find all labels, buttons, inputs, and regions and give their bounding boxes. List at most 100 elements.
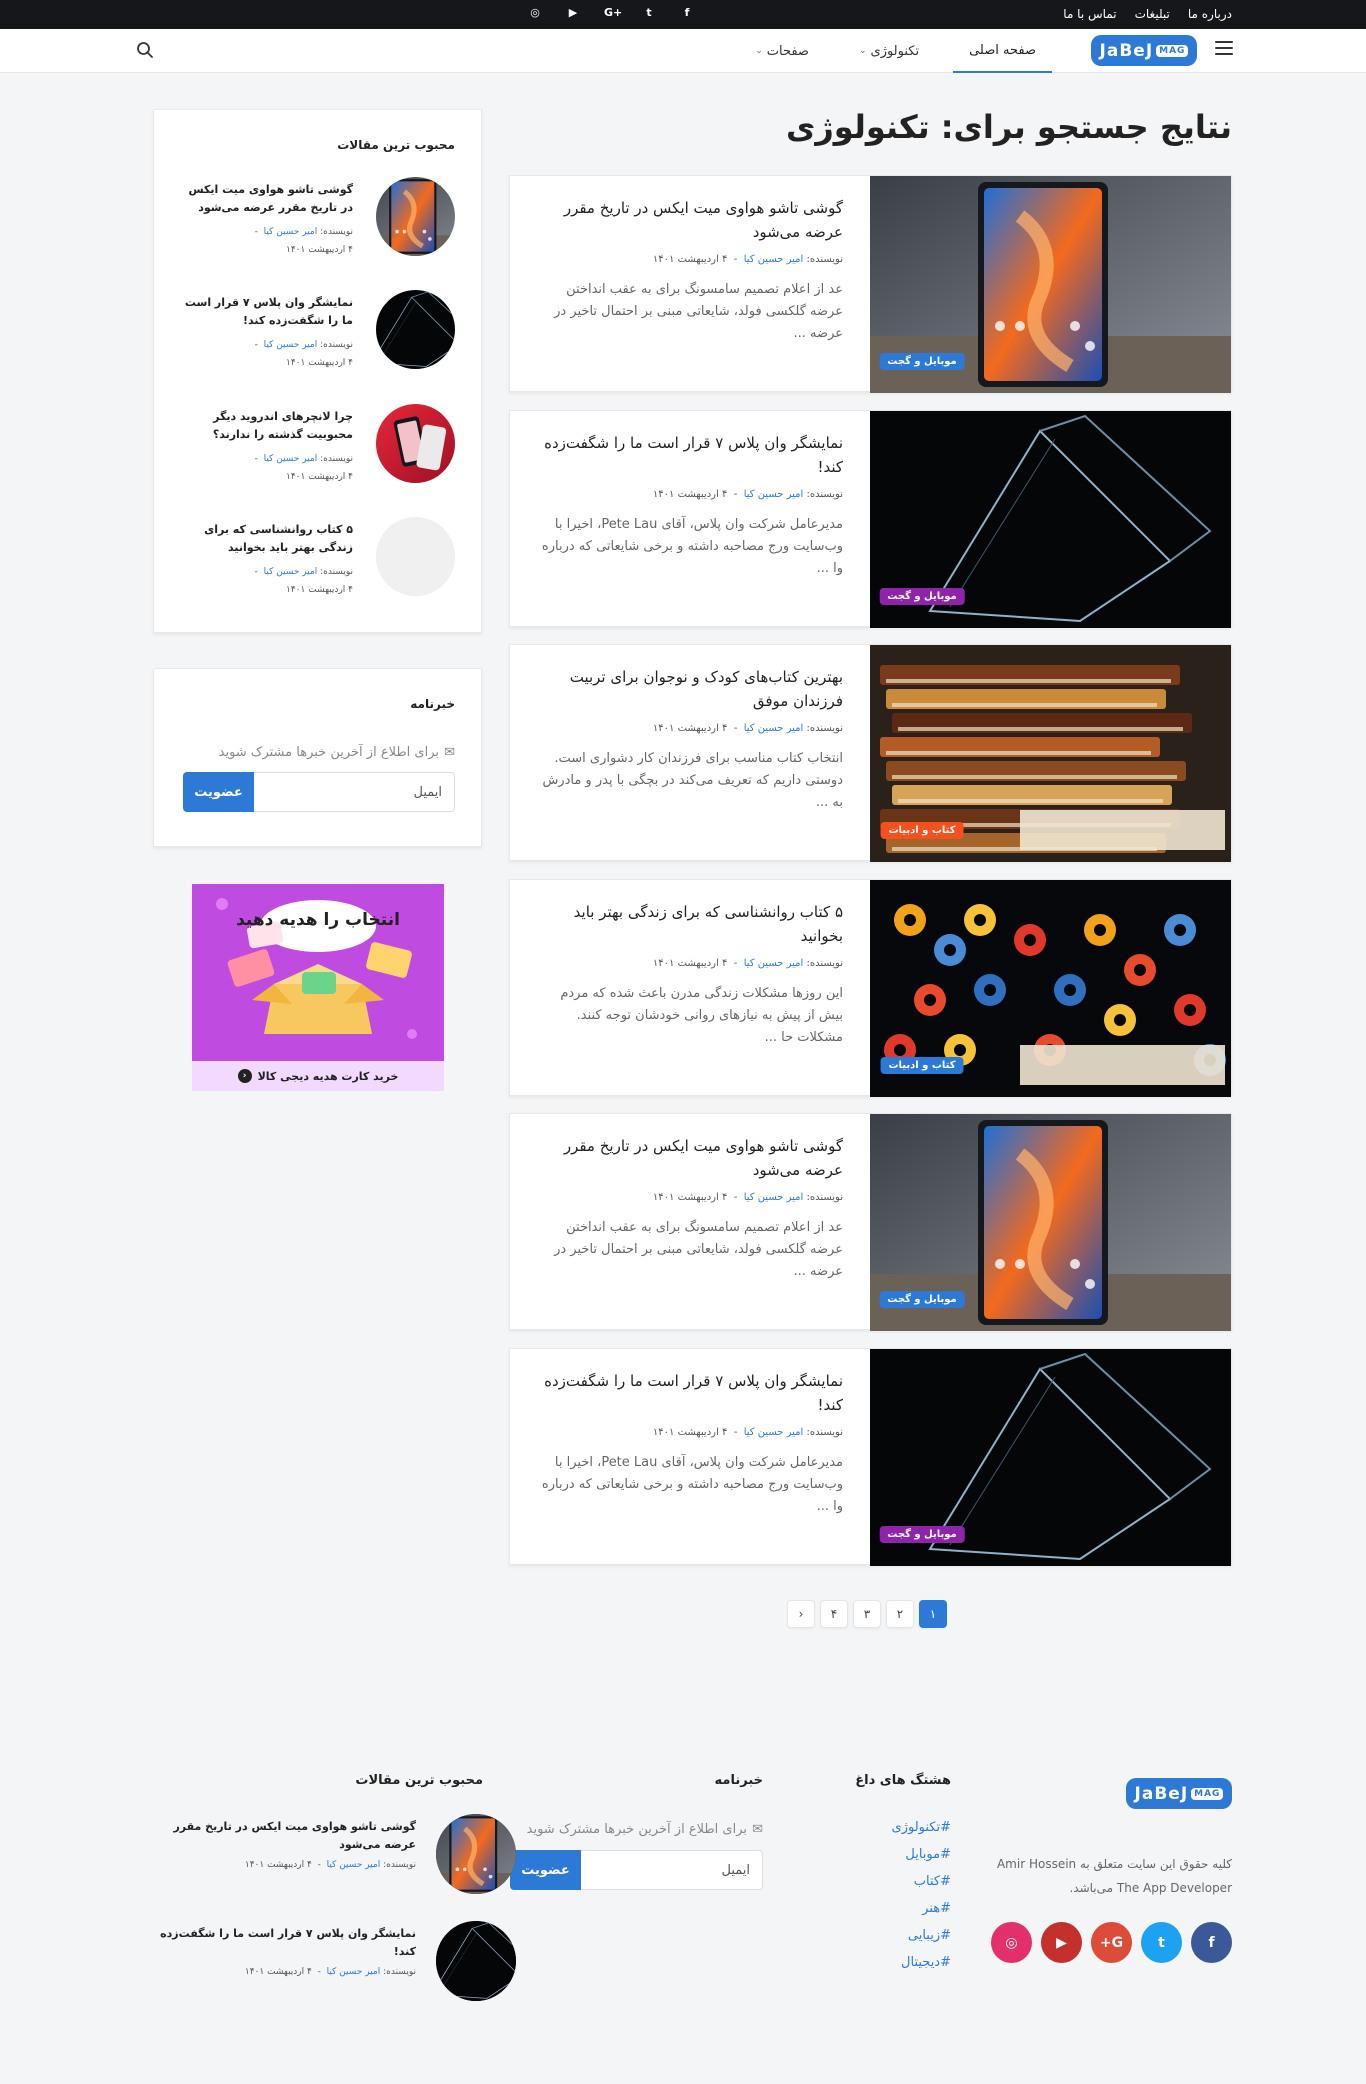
meta-separator: -	[730, 723, 741, 734]
author-link[interactable]: امیر حسین کیا	[744, 1192, 804, 1203]
article-thumbnail[interactable]	[436, 1921, 516, 2001]
top-link-contact[interactable]: تماس با ما	[1063, 7, 1116, 21]
category-badge[interactable]: موبایل و گجت	[879, 1526, 965, 1543]
article-title[interactable]: گوشی تاشو هواوی میت ایکس در تاریخ مقرر ع…	[156, 1818, 416, 1854]
author-link[interactable]: امیر حسین کیا	[744, 958, 804, 969]
post-card[interactable]: کتاب و ادبیات ۵ کتاب روانشناسی که برای ز…	[509, 879, 1232, 1097]
instagram-icon[interactable]: ◎	[528, 6, 542, 19]
category-badge[interactable]: کتاب و ادبیات	[880, 822, 964, 839]
article-title[interactable]: ۵ کتاب روانشناسی که برای زندگی بهتر باید…	[183, 521, 353, 557]
post-card[interactable]: کتاب و ادبیات بهترین کتاب‌های کودک و نوج…	[509, 644, 1232, 862]
google-plus-icon[interactable]: G+	[1091, 1922, 1132, 1963]
post-title[interactable]: بهترین کتاب‌های کودک و نوجوان برای تربیت…	[538, 665, 843, 713]
pagination-page[interactable]: ۲	[886, 1600, 914, 1628]
hashtag-link[interactable]: #زیبایی	[892, 1922, 951, 1949]
author-link[interactable]: امیر حسین کیا	[264, 340, 318, 350]
top-link-ads[interactable]: تبلیغات	[1135, 7, 1170, 21]
author-link[interactable]: امیر حسین کیا	[264, 567, 318, 577]
post-card[interactable]: موبایل و گجت گوشی تاشو هواوی میت ایکس در…	[509, 175, 1232, 393]
youtube-icon[interactable]: ▶	[566, 6, 580, 19]
nav-item-home[interactable]: صفحه اصلی	[953, 29, 1052, 73]
category-badge[interactable]: موبایل و گجت	[879, 353, 965, 370]
meta-separator: -	[254, 340, 261, 350]
pagination-page-current[interactable]: ۱	[919, 1600, 947, 1628]
meta-separator: -	[254, 454, 261, 464]
hashtag-link[interactable]: #موبایل	[892, 1841, 951, 1868]
meta-separator: -	[730, 958, 741, 969]
article-title[interactable]: چرا لانچرهای اندروید دیگر محبوبیت گذشته …	[183, 408, 353, 444]
footer-social: f t G+ ▶ ◎	[991, 1922, 1232, 1963]
category-badge[interactable]: موبایل و گجت	[879, 1291, 965, 1308]
article-title[interactable]: گوشی تاشو هواوی میت ایکس در تاریخ مقرر ع…	[183, 181, 353, 217]
post-card[interactable]: موبایل و گجت گوشی تاشو هواوی میت ایکس در…	[509, 1113, 1232, 1331]
author-link[interactable]: امیر حسین کیا	[744, 1427, 804, 1438]
gift-card-ad[interactable]: انتخاب را هدیه دهید خرید کارت هدیه دیجی …	[192, 884, 444, 1091]
footer-email-field[interactable]: ایمیل	[581, 1850, 763, 1890]
nav-item-technology[interactable]: تکنولوژی ⌄	[843, 29, 935, 73]
post-title[interactable]: گوشی تاشو هواوی میت ایکس در تاریخ مقرر ع…	[538, 196, 843, 244]
author-link[interactable]: امیر حسین کیا	[264, 227, 318, 237]
post-title[interactable]: گوشی تاشو هواوی میت ایکس در تاریخ مقرر ع…	[538, 1134, 843, 1182]
post-card[interactable]: موبایل و گجت نمایشگر وان پلاس ۷ قرار است…	[509, 410, 1232, 628]
footer-popular-item[interactable]: نمایشگر وان پلاس ۷ قرار است ما را شگفت‌ز…	[152, 1921, 516, 2001]
hashtag-link[interactable]: #کتاب	[892, 1868, 951, 1895]
author-link[interactable]: امیر حسین کیا	[264, 454, 318, 464]
popular-article-item[interactable]: ۵ کتاب روانشناسی که برای زندگی بهتر باید…	[175, 517, 455, 599]
subscribe-button[interactable]: عضویت	[183, 772, 254, 812]
email-field[interactable]: ایمیل	[254, 772, 455, 812]
hashtag-link[interactable]: #دیجیتال	[892, 1949, 951, 1976]
youtube-icon[interactable]: ▶	[1041, 1922, 1082, 1963]
author-link[interactable]: امیر حسین کیا	[744, 723, 804, 734]
hamburger-menu-icon[interactable]	[1215, 41, 1233, 57]
pagination-next[interactable]: ›	[787, 1600, 815, 1628]
author-link[interactable]: امیر حسین کیا	[744, 254, 804, 265]
post-title[interactable]: ۵ کتاب روانشناسی که برای زندگی بهتر باید…	[538, 900, 843, 948]
article-thumbnail[interactable]	[376, 517, 455, 596]
hashtag-link[interactable]: #تکنولوژی	[892, 1814, 951, 1841]
twitter-icon[interactable]: t	[1141, 1922, 1182, 1963]
author-link[interactable]: امیر حسین کیا	[744, 489, 804, 500]
author-link[interactable]: امیر حسین کیا	[327, 1967, 381, 1977]
widget-title: خبرنامه	[410, 697, 455, 711]
post-card[interactable]: موبایل و گجت نمایشگر وان پلاس ۷ قرار است…	[509, 1348, 1232, 1566]
post-date: ۴ اردیبهشت ۱۴۰۱	[652, 254, 728, 265]
post-title[interactable]: نمایشگر وان پلاس ۷ قرار است ما را شگفت‌ز…	[538, 1369, 843, 1417]
pagination-page[interactable]: ۴	[820, 1600, 848, 1628]
article-title[interactable]: نمایشگر وان پلاس ۷ قرار است ما را شگفت‌ز…	[183, 294, 353, 330]
top-link-about[interactable]: درباره ما	[1188, 7, 1232, 21]
article-thumbnail[interactable]	[376, 290, 455, 369]
footer-logo[interactable]: JaBeJ MAG	[1126, 1778, 1232, 1809]
footer-popular-item[interactable]: گوشی تاشو هواوی میت ایکس در تاریخ مقرر ع…	[152, 1814, 516, 1894]
article-date: ۴ اردیبهشت ۱۴۰۱	[244, 1860, 312, 1870]
popular-articles-widget: محبوب ترین مقالات گوشی تاشو هواوی میت ای…	[153, 109, 482, 633]
article-meta: نویسنده: امیر حسین کیا - ۴ اردیبهشت ۱۴۰۱	[183, 336, 353, 372]
article-thumbnail[interactable]	[376, 177, 455, 256]
twitter-icon[interactable]: t	[642, 6, 656, 19]
google-plus-icon[interactable]: G+	[604, 6, 622, 19]
author-link[interactable]: امیر حسین کیا	[327, 1860, 381, 1870]
nav-item-pages[interactable]: صفحات ⌄	[739, 29, 825, 73]
hashtag-link[interactable]: #هنر	[892, 1895, 951, 1922]
popular-article-item[interactable]: نمایشگر وان پلاس ۷ قرار است ما را شگفت‌ز…	[175, 290, 455, 372]
newsletter-desc: برای اطلاع از آخرین خبرها مشترک شوید	[218, 745, 439, 760]
instagram-icon[interactable]: ◎	[991, 1922, 1032, 1963]
search-icon[interactable]	[136, 41, 154, 59]
post-title[interactable]: نمایشگر وان پلاس ۷ قرار است ما را شگفت‌ز…	[538, 431, 843, 479]
site-logo[interactable]: JaBeJ MAG	[1091, 35, 1197, 66]
popular-article-item[interactable]: گوشی تاشو هواوی میت ایکس در تاریخ مقرر ع…	[175, 177, 455, 259]
article-title[interactable]: نمایشگر وان پلاس ۷ قرار است ما را شگفت‌ز…	[156, 1925, 416, 1961]
facebook-icon[interactable]: f	[1191, 1922, 1232, 1963]
post-date: ۴ اردیبهشت ۱۴۰۱	[652, 1427, 728, 1438]
author-label: نویسنده:	[383, 1860, 416, 1870]
popular-article-item[interactable]: چرا لانچرهای اندروید دیگر محبوبیت گذشته …	[175, 404, 455, 486]
article-thumbnail[interactable]	[376, 404, 455, 483]
footer-subscribe-button[interactable]: عضویت	[510, 1850, 581, 1890]
author-label: نویسنده:	[320, 340, 353, 350]
author-label: نویسنده:	[806, 1427, 843, 1438]
article-thumbnail[interactable]	[436, 1814, 516, 1894]
category-badge[interactable]: موبایل و گجت	[879, 588, 965, 605]
facebook-icon[interactable]: f	[680, 6, 694, 19]
newsletter-widget: خبرنامه ✉ برای اطلاع از آخرین خبرها مشتر…	[153, 668, 482, 847]
category-badge[interactable]: کتاب و ادبیات	[880, 1057, 964, 1074]
pagination-page[interactable]: ۳	[853, 1600, 881, 1628]
